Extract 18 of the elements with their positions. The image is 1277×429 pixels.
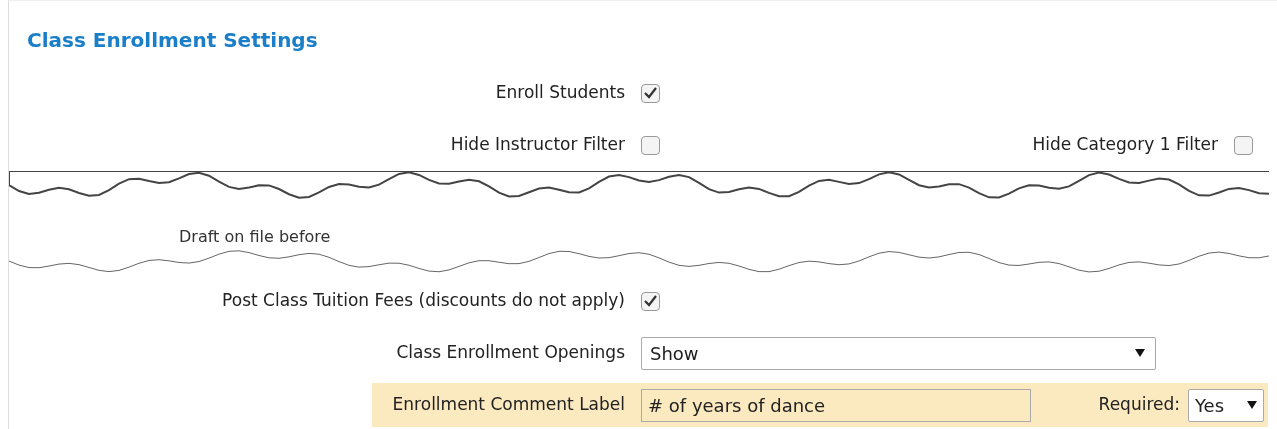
field-label: Required: [1098,393,1180,417]
field-label: Post Class Tuition Fees (discounts do not apply) [221,289,626,313]
select-field[interactable]: Yes [1188,388,1264,422]
checkbox[interactable] [641,83,660,103]
dropdown-arrow-icon [1247,401,1257,409]
field-label: Enrollment Comment Label [391,393,626,417]
field-label: Hide Instructor Filter [449,133,626,157]
checkbox[interactable] [1234,135,1253,155]
field-label: Class Enrollment Openings [395,341,626,365]
section-title: Class Enrollment Settings [26,27,319,54]
select-field[interactable]: Show [641,336,1156,370]
checkbox[interactable] [641,291,660,311]
field-label: Hide Category 1 Filter [1032,133,1218,157]
dropdown-arrow-icon [1135,349,1145,357]
text-field[interactable]: # of years of dance [641,388,1031,422]
field-label: Enroll Students [494,81,626,105]
checkbox[interactable] [641,135,660,155]
text-fragment: Draft on file before [179,226,331,248]
